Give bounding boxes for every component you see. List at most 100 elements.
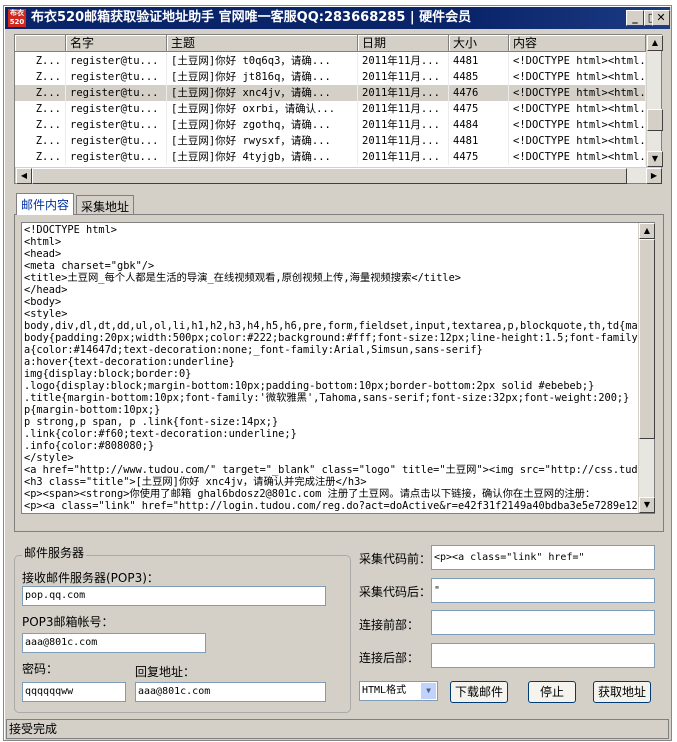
app-logo-icon: 布衣 520 — [8, 9, 26, 27]
cell-content: <!DOCTYPE html><html... — [509, 149, 646, 165]
cell-subject: [土豆网]你好 rwysxf，请确... — [167, 133, 358, 149]
vertical-scrollbar[interactable]: ▲ ▼ — [646, 35, 663, 167]
scroll-thumb[interactable] — [647, 109, 663, 131]
content-scroll-down[interactable]: ▼ — [639, 497, 655, 513]
column-header-size[interactable]: 大小 — [449, 35, 509, 52]
cell-index: Z... — [15, 69, 66, 85]
scroll-left-button[interactable]: ◀ — [16, 168, 32, 184]
password-label: 密码： — [22, 662, 59, 676]
cell-size: 4475 — [449, 101, 509, 117]
title-bar[interactable]: 布衣 520 布衣520邮箱获取验证地址助手 官网唯一客服QQ:283668285… — [5, 7, 670, 29]
cell-subject: [土豆网]你好 zgothq，请确... — [167, 117, 358, 133]
get-address-button[interactable]: 获取地址 — [593, 681, 651, 703]
cell-subject: [土豆网]你好 jt816q，请确... — [167, 69, 358, 85]
table-row[interactable]: Z... register@tu... [土豆网]你好 jt816q，请确... 20… — [15, 69, 646, 85]
mail-content-textarea[interactable]: <!DOCTYPE html> <html> <head> <meta char… — [21, 222, 655, 514]
content-scrollbar[interactable]: ▲ ▼ — [638, 223, 655, 513]
cell-date: 2011年11月... — [358, 101, 449, 117]
group-label: 邮件服务器 — [22, 544, 87, 561]
format-select[interactable]: HTML格式 ▼ — [359, 681, 438, 701]
content-scroll-thumb[interactable] — [639, 239, 655, 439]
column-header-date[interactable]: 日期 — [358, 35, 449, 52]
cell-content: <!DOCTYPE html><html... — [509, 133, 646, 149]
collect-after-label: 采集代码后： — [359, 585, 432, 599]
cell-date: 2011年11月... — [358, 85, 449, 101]
cell-index: Z... — [15, 53, 66, 69]
cell-date: 2011年11月... — [358, 133, 449, 149]
scroll-right-button[interactable]: ▶ — [646, 168, 662, 184]
link-prefix-label: 连接前部： — [359, 618, 420, 632]
pop3-server-input[interactable]: pop.qq.com — [22, 586, 326, 606]
horizontal-scrollbar[interactable]: ◀ ▶ — [15, 167, 662, 184]
account-input[interactable]: aaa@801c.com — [22, 633, 206, 653]
link-prefix-input[interactable] — [431, 610, 655, 635]
cell-content: <!DOCTYPE html><html... — [509, 117, 646, 133]
table-row[interactable]: Z... register@tu... [土豆网]你好 rwysxf，请确... 20… — [15, 133, 646, 149]
cell-name: register@tu... — [66, 53, 167, 69]
account-label: POP3邮箱帐号： — [22, 615, 114, 629]
cell-content: <!DOCTYPE html><html... — [509, 101, 646, 117]
cell-size: 4481 — [449, 133, 509, 149]
content-scroll-up[interactable]: ▲ — [639, 223, 655, 239]
table-row[interactable]: Z... register@tu... [土豆网]你好 t0q6q3，请确... 20… — [15, 53, 646, 69]
cell-size: 4476 — [449, 85, 509, 101]
scroll-up-button[interactable]: ▲ — [647, 35, 663, 51]
cell-date: 2011年11月... — [358, 53, 449, 69]
chevron-down-icon[interactable]: ▼ — [421, 683, 436, 699]
stop-button[interactable]: 停止 — [528, 681, 576, 703]
cell-subject: [土豆网]你好 4tyjgb，请确... — [167, 149, 358, 165]
cell-content: <!DOCTYPE html><html... — [509, 69, 646, 85]
format-select-value: HTML格式 — [362, 685, 407, 696]
tab-mail-content[interactable]: 邮件内容 — [16, 193, 75, 215]
cell-subject: [土豆网]你好 xnc4jv，请确... — [167, 85, 358, 101]
column-header-content[interactable]: 内容 — [509, 35, 646, 52]
table-row[interactable]: Z... register@tu... [土豆网]你好 xnc4jv，请确... 20… — [15, 85, 646, 101]
cell-index: Z... — [15, 117, 66, 133]
scroll-down-button[interactable]: ▼ — [647, 151, 663, 167]
download-mail-button[interactable]: 下载邮件 — [450, 681, 508, 703]
collect-before-input[interactable]: <p><a class="link" href=" — [431, 545, 655, 570]
cell-index: Z... — [15, 85, 66, 101]
tab-panel: <!DOCTYPE html> <html> <head> <meta char… — [14, 214, 664, 532]
link-suffix-input[interactable] — [431, 643, 655, 668]
cell-name: register@tu... — [66, 101, 167, 117]
cell-size: 4484 — [449, 117, 509, 133]
window-title: 布衣520邮箱获取验证地址助手 官网唯一客服QQ:283668285 | 硬件会… — [31, 10, 472, 25]
table-row[interactable]: Z... register@tu... [土豆网]你好 zgothq，请确... 20… — [15, 117, 646, 133]
reply-address-input[interactable]: aaa@801c.com — [135, 682, 326, 702]
column-header-name[interactable]: 名字 — [66, 35, 167, 52]
column-header-index[interactable] — [15, 35, 66, 52]
cell-name: register@tu... — [66, 117, 167, 133]
horizontal-scroll-thumb[interactable] — [32, 168, 627, 184]
cell-content: <!DOCTYPE html><html... — [509, 85, 646, 101]
cell-name: register@tu... — [66, 85, 167, 101]
minimize-button[interactable]: _ — [626, 10, 644, 26]
status-bar: 接受完成 — [6, 719, 669, 739]
cell-size: 4475 — [449, 149, 509, 165]
cell-index: Z... — [15, 149, 66, 165]
table-row[interactable]: Z... register@tu... [土豆网]你好 oxrbi，请确认... 20… — [15, 101, 646, 117]
cell-name: register@tu... — [66, 69, 167, 85]
table-row[interactable]: Z... register@tu... [土豆网]你好 4tyjgb，请确... 20… — [15, 149, 646, 165]
cell-date: 2011年11月... — [358, 69, 449, 85]
tab-collect-address[interactable]: 采集地址 — [76, 195, 135, 215]
password-input[interactable]: qqqqqqww — [22, 682, 126, 702]
cell-size: 4485 — [449, 69, 509, 85]
close-button[interactable]: ✕ — [652, 10, 670, 26]
cell-name: register@tu... — [66, 133, 167, 149]
cell-content: <!DOCTYPE html><html... — [509, 53, 646, 69]
main-window: 布衣 520 布衣520邮箱获取验证地址助手 官网唯一客服QQ:283668285… — [3, 5, 672, 741]
mail-list[interactable]: 名字 主题 日期 大小 内容 Z... register@tu... [土豆网]你好… — [14, 34, 663, 184]
cell-date: 2011年11月... — [358, 149, 449, 165]
link-suffix-label: 连接后部： — [359, 651, 420, 665]
cell-size: 4481 — [449, 53, 509, 69]
cell-name: register@tu... — [66, 149, 167, 165]
collect-after-input[interactable]: " — [431, 578, 655, 603]
cell-index: Z... — [15, 133, 66, 149]
collect-before-label: 采集代码前： — [359, 552, 432, 566]
cell-subject: [土豆网]你好 t0q6q3，请确... — [167, 53, 358, 69]
status-text: 接受完成 — [9, 722, 58, 736]
reply-label: 回复地址： — [135, 665, 196, 679]
column-header-subject[interactable]: 主题 — [167, 35, 358, 52]
cell-date: 2011年11月... — [358, 117, 449, 133]
